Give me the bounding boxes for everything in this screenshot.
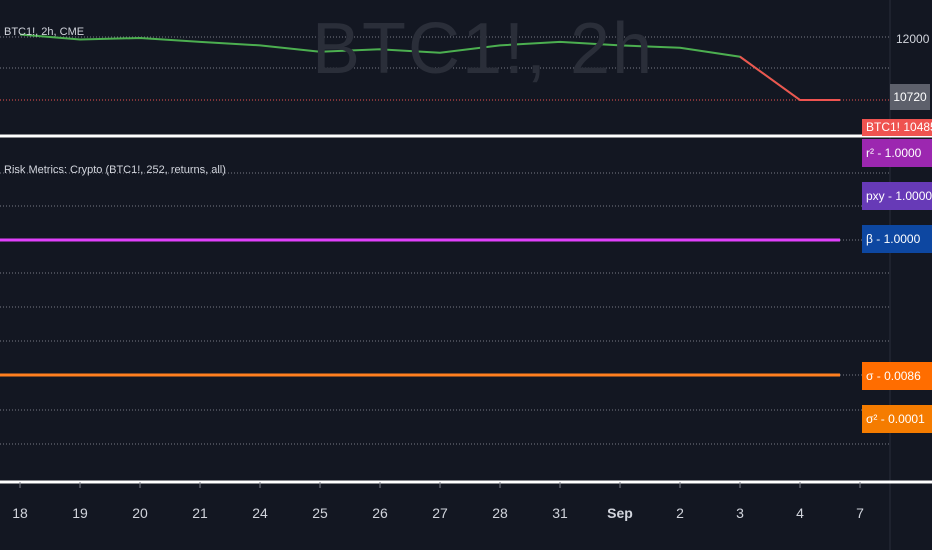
symbol-price-tag: BTC1! 10485 — [862, 119, 932, 136]
beta-tag: β - 1.0000 — [862, 225, 932, 253]
time-axis-tick: 26 — [372, 505, 388, 521]
last-price-tag: 10720 — [890, 84, 930, 110]
sigma2-tag: σ² - 0.0001 — [862, 405, 932, 433]
time-axis-tick: 18 — [12, 505, 28, 521]
study-title[interactable]: Risk Metrics: Crypto (BTC1!, 252, return… — [4, 164, 226, 176]
time-axis-tick: 3 — [736, 505, 744, 521]
symbol-watermark: BTC1!, 2h — [312, 9, 655, 89]
ticker-label[interactable]: BTC1!, 2h, CME — [4, 26, 84, 38]
pxy-tag: pxy - 1.0000 — [862, 182, 932, 210]
time-axis-tick: 28 — [492, 505, 508, 521]
r2-tag: r² - 1.0000 — [862, 139, 932, 167]
time-axis-tick: 20 — [132, 505, 148, 521]
time-axis-tick: 2 — [676, 505, 684, 521]
time-axis-tick: 21 — [192, 505, 208, 521]
time-axis-tick: 25 — [312, 505, 328, 521]
time-axis-tick: 31 — [552, 505, 568, 521]
price-axis-tick: 12000 — [896, 32, 930, 46]
price-line-down — [739, 55, 840, 101]
time-axis-tick: 7 — [856, 505, 864, 521]
time-axis-tick: 4 — [796, 505, 804, 521]
sigma-tag: σ - 0.0086 — [862, 362, 932, 390]
time-axis-tick: 27 — [432, 505, 448, 521]
time-axis-tick: 19 — [72, 505, 88, 521]
time-axis-tick-month: Sep — [607, 505, 633, 521]
time-axis-tick: 24 — [252, 505, 268, 521]
